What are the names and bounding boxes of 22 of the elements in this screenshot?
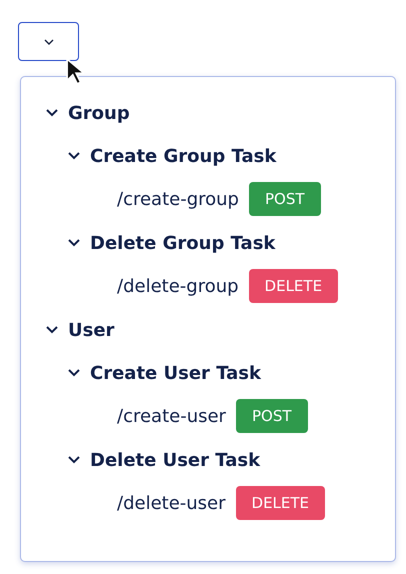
group-label[interactable]: Group: [68, 102, 130, 124]
method-badge: POST: [248, 182, 321, 216]
task-label[interactable]: Delete User Task: [90, 450, 260, 470]
endpoint-path[interactable]: /create-group: [117, 188, 239, 210]
dropdown-button[interactable]: [18, 22, 79, 61]
task-label[interactable]: Create Group Task: [90, 146, 276, 166]
endpoint-path[interactable]: /delete-group: [117, 276, 239, 296]
group-label[interactable]: User: [68, 320, 114, 340]
endpoint-path[interactable]: /create-user: [117, 406, 226, 426]
chevron-down-icon[interactable]: [46, 109, 58, 117]
method-badge: POST: [236, 399, 308, 433]
chevron-down-icon[interactable]: [46, 326, 58, 334]
chevron-down-icon[interactable]: [68, 239, 80, 247]
task-label[interactable]: Create User Task: [90, 362, 261, 384]
task-label[interactable]: Delete Group Task: [90, 232, 276, 254]
method-badge: DELETE: [236, 486, 326, 520]
chevron-down-icon[interactable]: [68, 152, 80, 160]
chevron-down-icon[interactable]: [68, 456, 80, 464]
chevron-down-icon: [44, 38, 54, 44]
method-badge: DELETE: [248, 269, 338, 303]
chevron-down-icon[interactable]: [68, 369, 80, 377]
endpoint-path[interactable]: /delete-user: [117, 492, 226, 514]
